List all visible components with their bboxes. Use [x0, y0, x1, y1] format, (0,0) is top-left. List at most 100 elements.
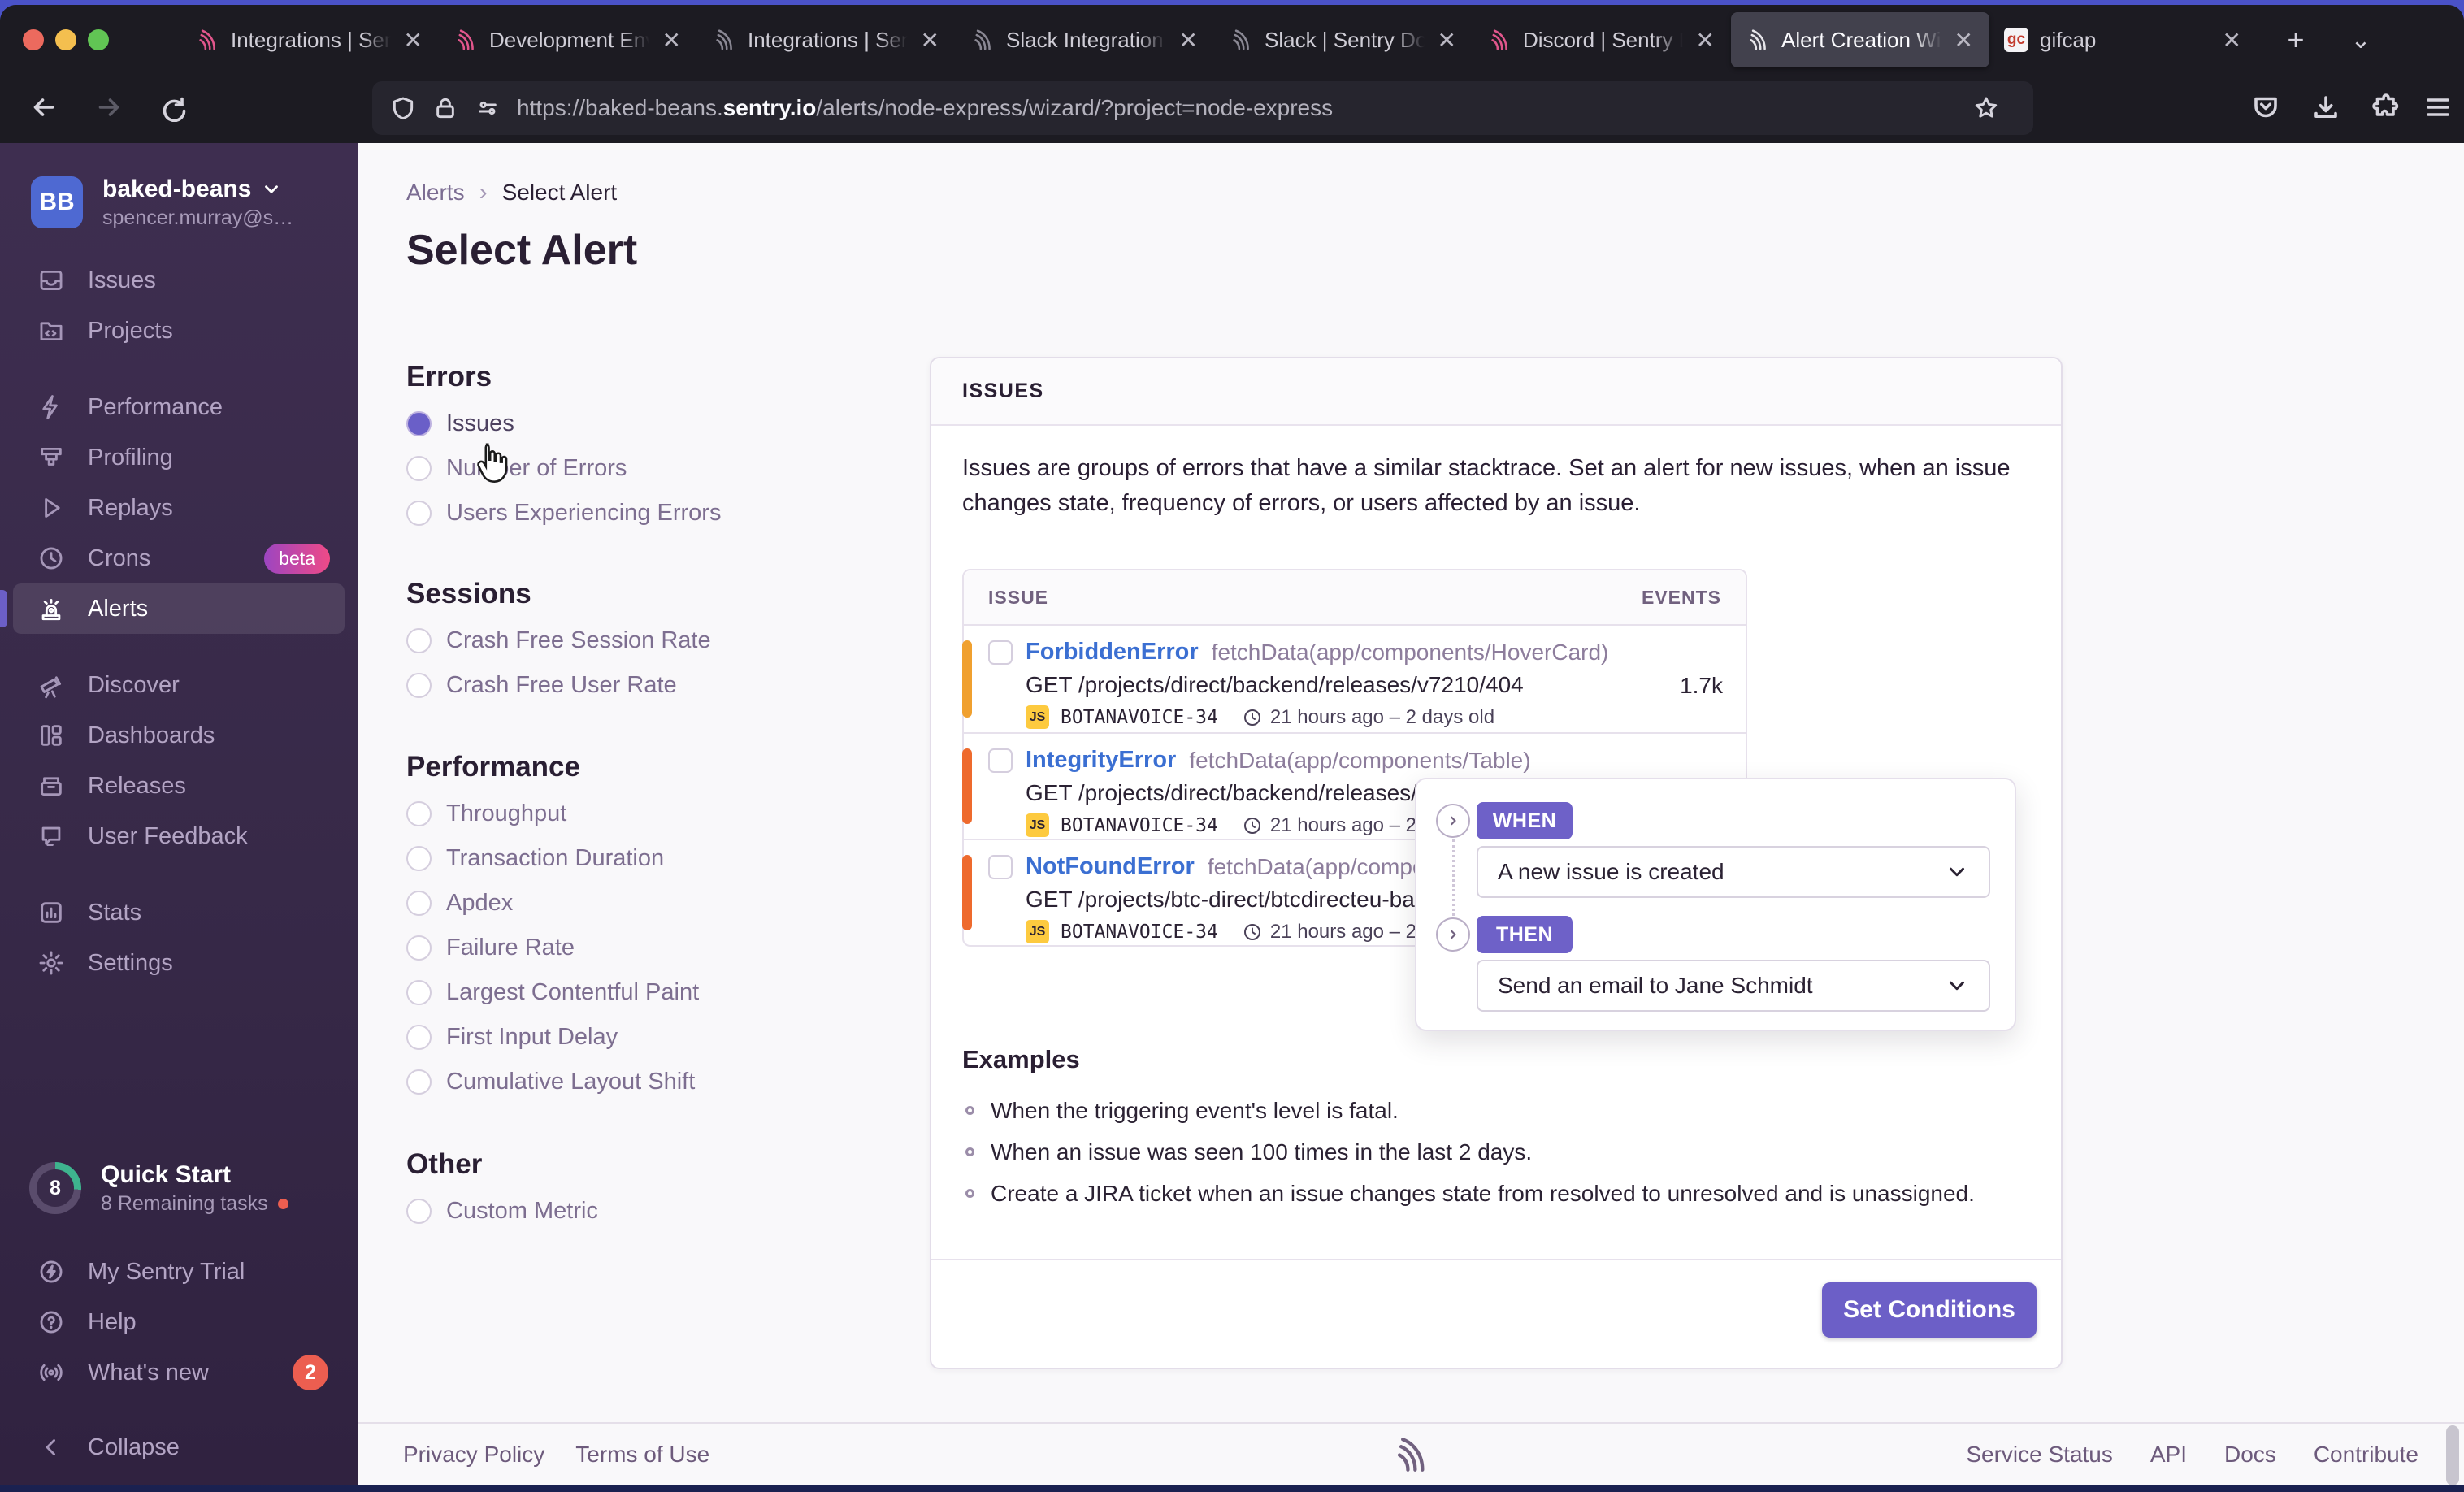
breadcrumb-separator: ›: [479, 179, 488, 206]
radio-option-largest-contentful-paint[interactable]: Largest Contentful Paint: [406, 970, 894, 1015]
radio-option-transaction-duration[interactable]: Transaction Duration: [406, 836, 894, 881]
tab-close-icon[interactable]: ✕: [661, 27, 683, 54]
row-checkbox[interactable]: [988, 748, 1013, 773]
sidebar-item-dashboards[interactable]: Dashboards: [13, 710, 345, 761]
projects-icon: [40, 322, 63, 341]
radio-option-crash-free-session-rate[interactable]: Crash Free Session Rate: [406, 618, 894, 663]
breadcrumb-alerts-link[interactable]: Alerts: [406, 180, 465, 206]
tab-close-icon[interactable]: ✕: [1953, 27, 1975, 54]
radio-option-apdex[interactable]: Apdex: [406, 881, 894, 926]
new-tab-button[interactable]: +: [2275, 20, 2316, 60]
tab-close-icon[interactable]: ✕: [2221, 27, 2243, 54]
sidebar-item-projects[interactable]: Projects: [13, 306, 345, 356]
row-checkbox[interactable]: [988, 854, 1013, 879]
tab-gifcap[interactable]: gc gifcap ✕: [1989, 12, 2258, 67]
sidebar-item-my-sentry-trial[interactable]: My Sentry Trial: [13, 1247, 345, 1297]
radio-option-failure-rate[interactable]: Failure Rate: [406, 926, 894, 970]
reload-button[interactable]: [148, 83, 197, 132]
radio-option-throughput[interactable]: Throughput: [406, 792, 894, 836]
sidebar-item-settings[interactable]: Settings: [13, 938, 345, 988]
radio[interactable]: [406, 673, 432, 698]
row-checkbox[interactable]: [988, 640, 1013, 665]
radio[interactable]: [406, 846, 432, 871]
contribute-link[interactable]: Contribute: [2314, 1442, 2418, 1468]
radio[interactable]: [406, 456, 432, 481]
tab-close-icon[interactable]: ✕: [1694, 27, 1716, 54]
sidebar-collapse-button[interactable]: Collapse: [13, 1422, 345, 1472]
alerts-siren-icon: [41, 598, 61, 621]
tab-list-button[interactable]: ⌄: [2340, 20, 2381, 60]
forward-button[interactable]: [85, 83, 133, 132]
tab-discord-docs[interactable]: Discord | Sentry Do ✕: [1473, 12, 1731, 67]
sidebar-item-user-feedback[interactable]: User Feedback: [13, 811, 345, 861]
sidebar-item-stats[interactable]: Stats: [13, 887, 345, 938]
org-switcher[interactable]: BB baked-beans spencer.murray@s…: [0, 176, 358, 229]
sidebar-item-replays[interactable]: Replays: [13, 483, 345, 533]
tab-close-icon[interactable]: ✕: [1178, 27, 1199, 54]
radio[interactable]: [406, 935, 432, 961]
sidebar-item-crons[interactable]: Crons beta: [13, 533, 345, 583]
url-bar[interactable]: https://baked-beans.sentry.io/alerts/nod…: [372, 81, 2033, 135]
then-action-select[interactable]: Send an email to Jane Schmidt: [1477, 960, 1990, 1012]
radio-selected[interactable]: [406, 411, 432, 436]
downloads-icon[interactable]: [2301, 83, 2350, 132]
issue-title-link[interactable]: IntegrityError: [1026, 747, 1176, 774]
service-status-link[interactable]: Service Status: [1966, 1442, 2113, 1468]
api-link[interactable]: API: [2150, 1442, 2187, 1468]
radio-option-custom-metric[interactable]: Custom Metric: [406, 1189, 894, 1234]
radio[interactable]: [406, 628, 432, 653]
tab-alert-creation-wizard[interactable]: Alert Creation Wiza ✕: [1731, 12, 1989, 67]
back-button[interactable]: [20, 83, 68, 132]
radio[interactable]: [406, 891, 432, 916]
radio-option-cumulative-layout-shift[interactable]: Cumulative Layout Shift: [406, 1060, 894, 1104]
sidebar-item-profiling[interactable]: Profiling: [13, 432, 345, 483]
lock-icon[interactable]: [432, 95, 458, 121]
set-conditions-button[interactable]: Set Conditions: [1822, 1282, 2037, 1338]
tab-close-icon[interactable]: ✕: [1436, 27, 1458, 54]
issue-title-link[interactable]: NotFoundError: [1026, 853, 1195, 880]
tab-close-icon[interactable]: ✕: [919, 27, 941, 54]
terms-of-use-link[interactable]: Terms of Use: [575, 1442, 709, 1468]
sidebar-item-performance[interactable]: Performance: [13, 382, 345, 432]
privacy-policy-link[interactable]: Privacy Policy: [403, 1442, 544, 1468]
radio[interactable]: [406, 801, 432, 826]
scrollbar-thumb[interactable]: [2446, 1425, 2459, 1485]
radio[interactable]: [406, 1025, 432, 1050]
tab-integrations-2[interactable]: Integrations | Sentry ✕: [697, 12, 956, 67]
sidebar-item-discover[interactable]: Discover: [13, 660, 345, 710]
docs-link[interactable]: Docs: [2224, 1442, 2276, 1468]
tab-strip: Integrations | Sentry ✕ Development Envi…: [180, 12, 2258, 67]
bookmark-star-icon[interactable]: [1973, 95, 1999, 121]
radio[interactable]: [406, 501, 432, 526]
sidebar-item-releases[interactable]: Releases: [13, 761, 345, 811]
tab-slack-docs[interactable]: Slack | Sentry Docu ✕: [1214, 12, 1473, 67]
radio[interactable]: [406, 1069, 432, 1095]
menu-hamburger-icon[interactable]: [2414, 83, 2462, 132]
quick-start-widget[interactable]: 8 Quick Start 8 Remaining tasks: [0, 1156, 358, 1221]
zoom-window-button[interactable]: [88, 29, 109, 50]
issue-title-link[interactable]: ForbiddenError: [1026, 639, 1199, 666]
radio-option-first-input-delay[interactable]: First Input Delay: [406, 1015, 894, 1060]
minimize-window-button[interactable]: [55, 29, 76, 50]
close-window-button[interactable]: [23, 29, 44, 50]
radio[interactable]: [406, 980, 432, 1005]
radio[interactable]: [406, 1199, 432, 1224]
tab-close-icon[interactable]: ✕: [402, 27, 424, 54]
pocket-icon[interactable]: [2241, 83, 2290, 132]
extensions-puzzle-icon[interactable]: [2362, 83, 2410, 132]
sentry-favicon: [974, 29, 991, 50]
radio-option-crash-free-user-rate[interactable]: Crash Free User Rate: [406, 663, 894, 708]
tab-development-environment[interactable]: Development Enviro ✕: [439, 12, 697, 67]
sidebar-item-whats-new[interactable]: What's new 2: [13, 1347, 345, 1398]
radio-option-issues[interactable]: Issues: [406, 401, 894, 446]
tab-integrations-1[interactable]: Integrations | Sentry ✕: [180, 12, 439, 67]
when-condition-select[interactable]: A new issue is created: [1477, 846, 1990, 898]
sidebar-item-alerts[interactable]: Alerts: [0, 583, 345, 634]
sidebar-item-issues[interactable]: Issues: [13, 255, 345, 306]
site-permissions-icon[interactable]: [475, 95, 501, 121]
tracking-protection-shield-icon[interactable]: [390, 95, 416, 121]
radio-option-users-experiencing-errors[interactable]: Users Experiencing Errors: [406, 491, 894, 536]
bullet-icon: [965, 1147, 974, 1156]
tab-slack-integration[interactable]: Slack Integration | S ✕: [956, 12, 1214, 67]
sidebar-item-help[interactable]: Help: [13, 1297, 345, 1347]
